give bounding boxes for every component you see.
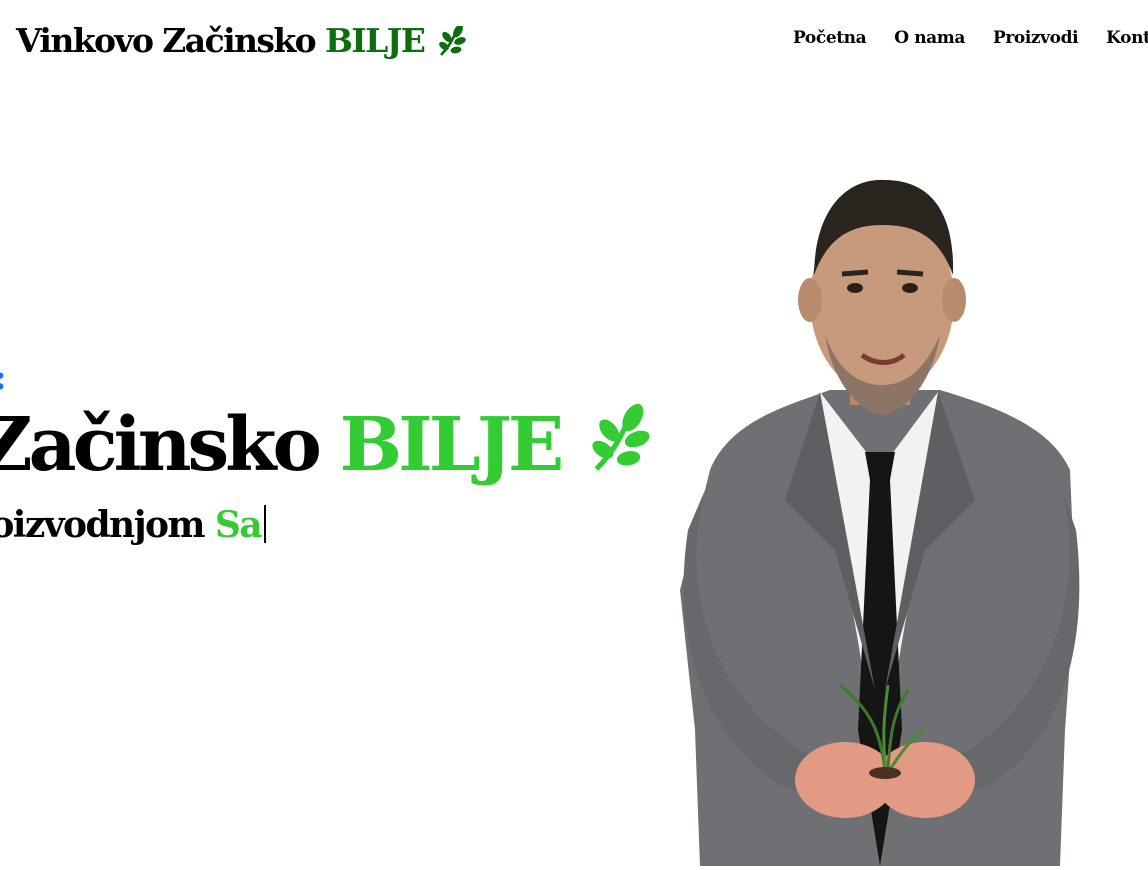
hero-subline: oizvodnjom Sa (0, 502, 266, 548)
logo-accent-text: BILJE (324, 21, 426, 60)
nav-link-kontakt[interactable]: Kontak (1106, 28, 1148, 48)
hero-headline-text: o Začinsko (0, 402, 322, 488)
herb-sprig-icon (582, 402, 650, 488)
hero-eyebrow: : (0, 358, 7, 398)
nav-link-o-nama[interactable]: O nama (894, 28, 965, 48)
hero-headline: o Začinsko BILJE (0, 402, 650, 488)
site-logo[interactable]: Vinkovo Začinsko BILJE (16, 20, 466, 62)
hero-headline-accent: BILJE (339, 402, 565, 488)
hero-typed-text: Sa (214, 504, 263, 546)
herb-sprig-icon (434, 21, 466, 60)
hero-subline-text: oizvodnjom (0, 504, 206, 546)
logo-text: Vinkovo Začinsko (16, 21, 317, 60)
site-header: Vinkovo Začinsko BILJE Početna O nama Pr… (0, 0, 1148, 84)
hero-photo-man-holding-seedling (670, 170, 1090, 866)
nav-link-proizvodi[interactable]: Proizvodi (993, 28, 1079, 48)
main-nav: Početna O nama Proizvodi Kontak (793, 28, 1148, 48)
hero-section: : o Začinsko BILJE oizvodnjom Sa (0, 340, 660, 560)
typing-cursor (264, 505, 266, 543)
nav-link-pocetna[interactable]: Početna (793, 28, 867, 48)
